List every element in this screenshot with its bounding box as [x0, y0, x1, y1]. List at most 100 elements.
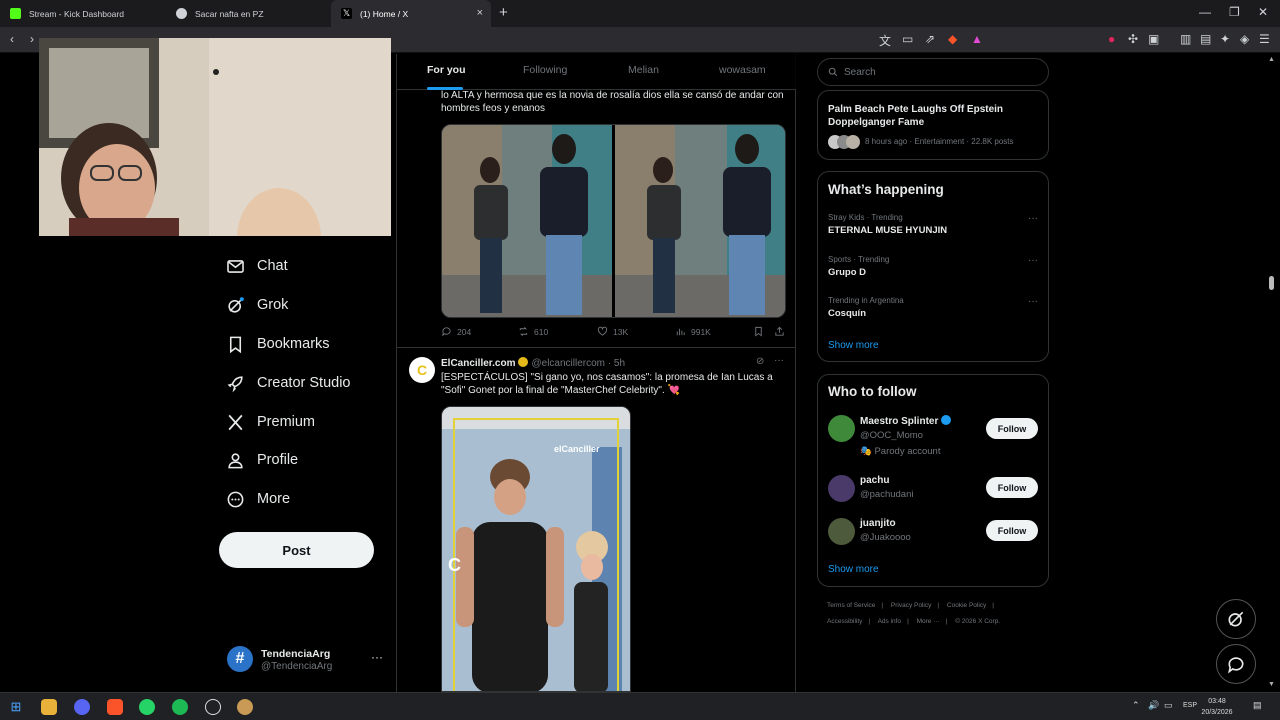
- grok-fab-button[interactable]: [1216, 599, 1256, 639]
- nav-bookmarks[interactable]: Bookmarks: [226, 329, 330, 359]
- close-tab-icon[interactable]: ×: [477, 7, 483, 19]
- sidebar-toggle-icon[interactable]: ▥: [1180, 32, 1191, 46]
- news-card[interactable]: Palm Beach Pete Laughs Off Epstein Doppe…: [817, 90, 1049, 160]
- views-button[interactable]: 991K: [675, 326, 711, 337]
- trend-more-icon[interactable]: ···: [1028, 296, 1038, 307]
- spotify-icon[interactable]: [172, 699, 188, 715]
- footer-link[interactable]: Ads info: [878, 618, 902, 625]
- extensions-icon[interactable]: ✣: [1128, 32, 1138, 46]
- scroll-up-icon[interactable]: ▲: [1268, 56, 1275, 63]
- scroll-down-icon[interactable]: ▼: [1268, 681, 1275, 688]
- brave-browser-icon[interactable]: [107, 699, 123, 715]
- footer-link[interactable]: Privacy Policy: [891, 602, 931, 609]
- tab-wowasam[interactable]: wowasam: [719, 64, 766, 76]
- tab-following[interactable]: Following: [523, 64, 567, 76]
- notifications-icon[interactable]: ▤: [1253, 700, 1262, 711]
- maximize-window-icon[interactable]: ❐: [1229, 5, 1240, 19]
- wallet-icon[interactable]: ▣: [1148, 32, 1159, 46]
- tweet-more-icon[interactable]: ···: [774, 355, 784, 366]
- trend-name[interactable]: ETERNAL MUSE HYUNJIN: [828, 225, 947, 236]
- post-button[interactable]: Post: [219, 532, 374, 568]
- footer-link[interactable]: Terms of Service: [827, 602, 875, 609]
- show-more-link[interactable]: Show more: [828, 340, 879, 351]
- translate-icon[interactable]: 文: [879, 32, 891, 49]
- page-scrollbar[interactable]: ▲ ▼: [1268, 54, 1276, 692]
- whatsapp-icon[interactable]: [139, 699, 155, 715]
- new-tab-button[interactable]: +: [499, 4, 508, 21]
- messages-fab-button[interactable]: [1216, 644, 1256, 684]
- tab-melian[interactable]: Melian: [628, 64, 659, 76]
- vpn-icon[interactable]: ◈: [1240, 32, 1249, 46]
- back-icon[interactable]: ‹: [10, 32, 14, 46]
- feed-tabs: For you Following Melian wowasam: [397, 54, 796, 90]
- address-bar[interactable]: [392, 30, 862, 50]
- footer-link[interactable]: More ···: [917, 618, 940, 625]
- user-name[interactable]: juanjito: [860, 518, 896, 529]
- share-icon[interactable]: ⇗: [925, 32, 935, 46]
- author-handle[interactable]: @elcancillercom: [531, 358, 605, 369]
- wallet-button-icon[interactable]: ▤: [1200, 32, 1211, 46]
- browser-tab-nafta[interactable]: Sacar nafta en PZ: [166, 0, 328, 27]
- tab-for-you[interactable]: For you: [427, 64, 466, 76]
- trend-more-icon[interactable]: ···: [1028, 213, 1038, 224]
- browser-tab-kick[interactable]: Stream - Kick Dashboard: [0, 0, 162, 27]
- minimize-window-icon[interactable]: —: [1199, 5, 1211, 19]
- grok-explain-icon[interactable]: ⊘: [756, 356, 764, 367]
- account-switcher[interactable]: # TendenciaArg @TendenciaArg ···: [227, 646, 387, 676]
- network-icon[interactable]: ▭: [1164, 700, 1173, 711]
- cast-icon[interactable]: ▭: [902, 32, 913, 46]
- follow-button[interactable]: Follow: [986, 477, 1038, 498]
- footer-link[interactable]: Accessibility: [827, 618, 862, 625]
- trend-more-icon[interactable]: ···: [1028, 255, 1038, 266]
- user-name[interactable]: Maestro Splinter: [860, 415, 952, 427]
- nav-profile[interactable]: Profile: [226, 445, 298, 475]
- scroll-thumb[interactable]: [1269, 276, 1274, 290]
- tray-chevron-icon[interactable]: ⌃: [1132, 700, 1140, 711]
- game-launcher-icon[interactable]: [237, 699, 253, 715]
- nav-creator-studio[interactable]: Creator Studio: [226, 368, 351, 398]
- footer-link[interactable]: Cookie Policy: [947, 602, 986, 609]
- file-explorer-icon[interactable]: [41, 699, 57, 715]
- obs-icon[interactable]: [205, 699, 221, 715]
- tweet-time[interactable]: · 5h: [608, 358, 625, 369]
- nav-label: Profile: [257, 452, 299, 468]
- show-more-link[interactable]: Show more: [828, 564, 879, 575]
- avatar[interactable]: C: [409, 357, 435, 383]
- forward-icon[interactable]: ›: [30, 32, 34, 46]
- user-name[interactable]: pachu: [860, 475, 889, 486]
- nav-chat[interactable]: Chat: [226, 251, 288, 281]
- video-frame: C: [442, 407, 630, 691]
- like-button[interactable]: 13K: [597, 326, 628, 337]
- brave-rewards-icon[interactable]: ▲: [971, 32, 983, 46]
- bookmark-button[interactable]: [753, 326, 769, 337]
- close-window-icon[interactable]: ✕: [1258, 5, 1268, 19]
- menu-icon[interactable]: ☰: [1259, 32, 1270, 46]
- nav-premium[interactable]: Premium: [226, 407, 315, 437]
- language-indicator[interactable]: ESP: [1183, 702, 1197, 709]
- nav-grok[interactable]: Grok: [226, 290, 288, 320]
- tweet-image[interactable]: [441, 124, 786, 318]
- browser-tab-x[interactable]: 𝕏 (1) Home / X ×: [331, 0, 491, 27]
- tweet-video[interactable]: C elCanciller: [441, 406, 631, 692]
- share-button[interactable]: [774, 326, 790, 337]
- trend-name[interactable]: Cosquín: [828, 308, 866, 319]
- discord-icon[interactable]: [74, 699, 90, 715]
- volume-icon[interactable]: 🔊: [1148, 700, 1159, 711]
- follow-button[interactable]: Follow: [986, 418, 1038, 439]
- avatar[interactable]: [828, 415, 855, 442]
- leo-ai-icon[interactable]: ✦: [1220, 32, 1230, 46]
- repost-button[interactable]: 610: [518, 326, 548, 337]
- avatar[interactable]: [828, 518, 855, 545]
- brave-shield-icon[interactable]: ◆: [948, 32, 957, 46]
- reply-button[interactable]: 204: [441, 326, 471, 337]
- search-input[interactable]: Search: [817, 58, 1049, 86]
- record-icon[interactable]: ●: [1108, 32, 1115, 46]
- trend-name[interactable]: Grupo D: [828, 267, 866, 278]
- account-more-icon[interactable]: ···: [371, 650, 383, 664]
- follow-button[interactable]: Follow: [986, 520, 1038, 541]
- nav-more[interactable]: More: [226, 484, 290, 514]
- author-name[interactable]: ElCanciller.com: [441, 358, 515, 369]
- avatar[interactable]: [828, 475, 855, 502]
- clock[interactable]: 03:48 20/3/2026: [1196, 696, 1238, 718]
- windows-start-icon[interactable]: ⊞: [8, 699, 24, 715]
